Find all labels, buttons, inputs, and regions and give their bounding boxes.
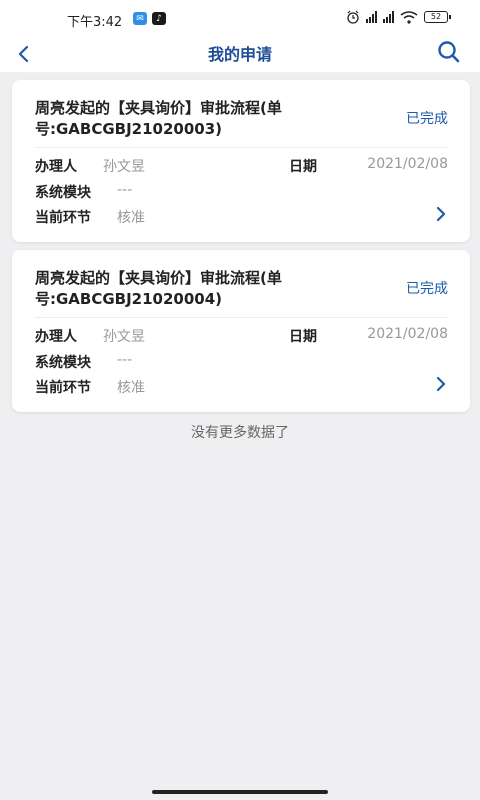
current-step-label: 当前环节 (35, 380, 91, 396)
application-card[interactable]: 周亮发起的【夹具询价】审批流程(单号:GABCGBJ21020003) 已完成 … (12, 80, 470, 242)
handler-label: 办理人 (35, 329, 77, 345)
nav-bar: 我的申请 (0, 36, 480, 72)
alarm-icon (347, 10, 359, 24)
status-bar: 下午3:42 ✉ ♪ 52 (0, 0, 480, 36)
application-card[interactable]: 周亮发起的【夹具询价】审批流程(单号:GABCGBJ21020004) 已完成 … (12, 250, 470, 412)
handler-label: 办理人 (35, 159, 77, 175)
handler-value: 孙文昱 (103, 329, 145, 345)
home-indicator[interactable] (152, 790, 328, 794)
signal-icon (366, 11, 377, 23)
current-step-label: 当前环节 (35, 210, 91, 226)
status-badge: 已完成 (406, 111, 448, 127)
module-value: --- (117, 182, 133, 198)
date-value: 2021/02/08 (367, 326, 448, 342)
status-badge: 已完成 (406, 281, 448, 297)
current-step-value: 核准 (117, 380, 145, 396)
date-value: 2021/02/08 (367, 156, 448, 172)
current-step-value: 核准 (117, 210, 145, 226)
page-title: 我的申请 (207, 45, 272, 64)
handler-value: 孙文昱 (103, 159, 145, 175)
date-label: 日期 (289, 159, 317, 175)
application-title: 周亮发起的【夹具询价】审批流程(单号:GABCGBJ21020003) (35, 99, 282, 138)
no-more-data-text: 没有更多数据了 (191, 425, 289, 441)
battery-icon: 52 (424, 11, 451, 23)
divider (35, 147, 448, 148)
module-label: 系统模块 (35, 185, 91, 201)
chevron-right-icon[interactable] (434, 375, 448, 393)
search-icon[interactable] (436, 39, 462, 65)
wifi-icon (400, 10, 418, 24)
module-value: --- (117, 352, 133, 368)
module-label: 系统模块 (35, 355, 91, 371)
application-title: 周亮发起的【夹具询价】审批流程(单号:GABCGBJ21020004) (35, 269, 282, 308)
tiktok-app-icon: ♪ (152, 12, 166, 25)
status-icons: 52 (346, 10, 451, 24)
signal-icon-2 (383, 11, 394, 23)
status-time: 下午3:42 (67, 15, 123, 30)
divider (35, 317, 448, 318)
date-label: 日期 (289, 329, 317, 345)
mail-app-icon: ✉ (133, 12, 147, 25)
chevron-right-icon[interactable] (434, 205, 448, 223)
